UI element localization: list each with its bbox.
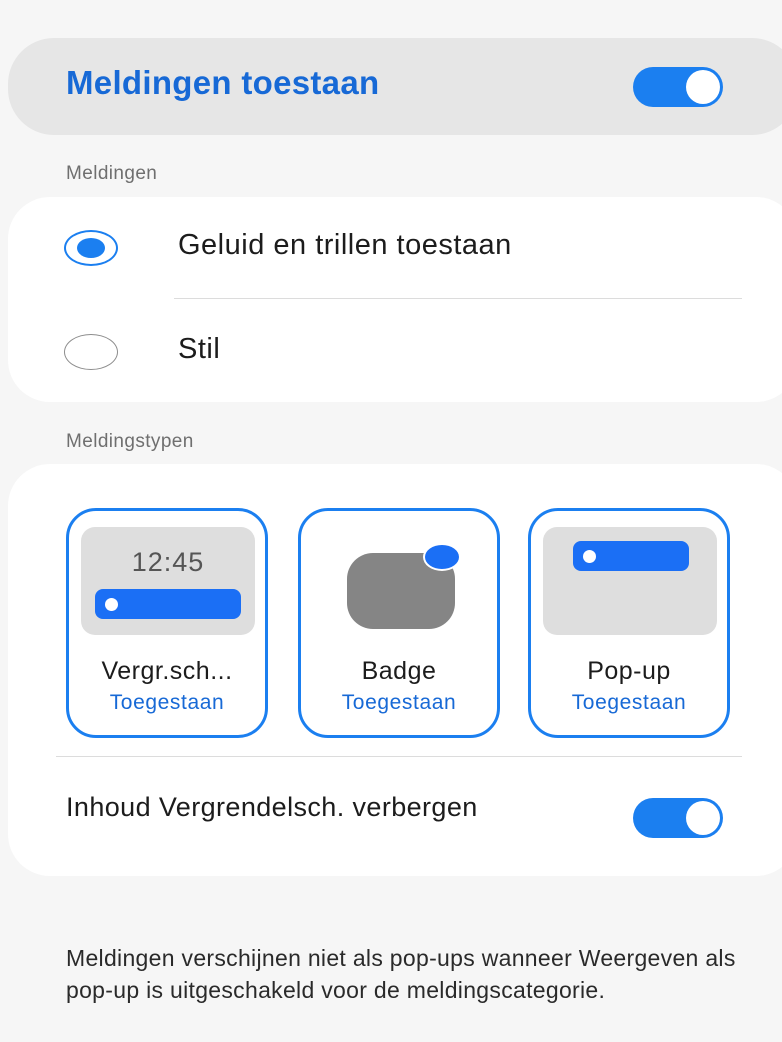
- tile-name: Pop-up: [587, 657, 671, 685]
- allow-notifications-title: Meldingen toestaan: [66, 64, 380, 101]
- radio-label: Geluid en trillen toestaan: [178, 229, 512, 261]
- popup-preview-icon: [543, 527, 717, 635]
- tile-status: Toegestaan: [341, 691, 457, 714]
- notification-dot: [583, 550, 596, 563]
- alerts-section-label: Meldingen: [66, 163, 158, 184]
- hide-content-label[interactable]: Inhoud Vergrendelsch. verbergen: [66, 790, 536, 824]
- divider: [56, 756, 742, 757]
- toggle-knob: [686, 801, 720, 835]
- footer-note: Meldingen verschijnen niet als pop-ups w…: [66, 945, 736, 1003]
- notification-bar-shape: [573, 541, 689, 571]
- tile-lock-screen[interactable]: 12:45 Vergr.sch... Toegestaan: [66, 508, 268, 738]
- radio-unselected-icon[interactable]: [64, 334, 118, 370]
- allow-notifications-toggle[interactable]: [633, 67, 723, 107]
- tile-badge[interactable]: Badge Toegestaan: [298, 508, 500, 738]
- preview-time: 12:45: [131, 547, 205, 577]
- tile-popup[interactable]: Pop-up Toegestaan: [528, 508, 730, 738]
- types-section-label: Meldingstypen: [66, 431, 194, 452]
- badge-dot-icon: [423, 543, 461, 571]
- radio-selected-icon[interactable]: [64, 230, 118, 266]
- alerts-card: Geluid en trillen toestaan Stil: [8, 197, 782, 402]
- hide-content-toggle[interactable]: [633, 798, 723, 838]
- radio-option-sound-vibrate[interactable]: Geluid en trillen toestaan: [8, 217, 782, 277]
- radio-label: Stil: [178, 333, 221, 365]
- tile-name: Badge: [361, 657, 437, 685]
- tile-name: Vergr.sch...: [101, 657, 233, 685]
- notification-dot: [105, 598, 118, 611]
- tile-status: Toegestaan: [571, 691, 687, 714]
- lock-screen-preview-icon: 12:45: [81, 527, 255, 635]
- toggle-knob: [686, 70, 720, 104]
- tile-status: Toegestaan: [109, 691, 225, 714]
- notification-settings-screen: Meldingen toestaan Meldingen Geluid en t…: [0, 0, 782, 1042]
- divider: [174, 298, 742, 299]
- radio-option-silent[interactable]: Stil: [8, 321, 782, 381]
- notification-bar-shape: [95, 589, 241, 619]
